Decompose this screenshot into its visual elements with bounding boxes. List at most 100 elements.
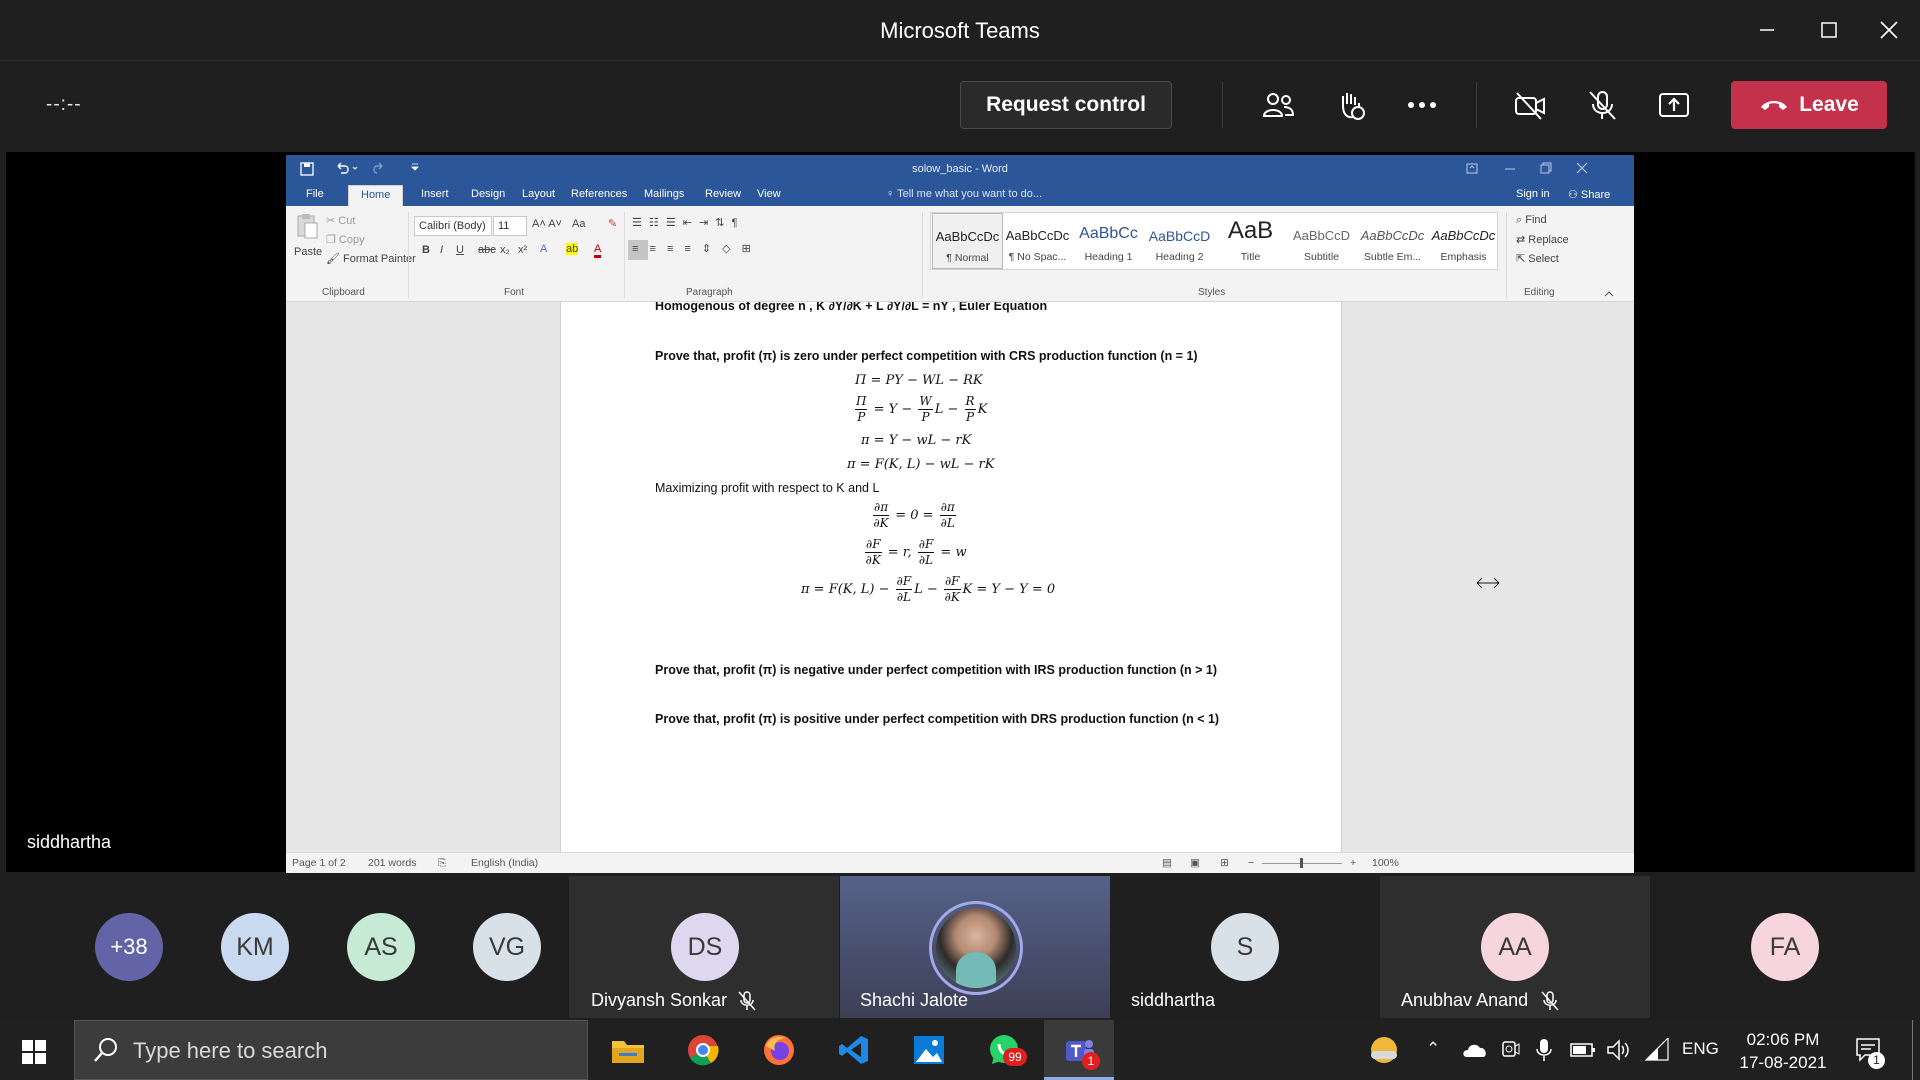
more-actions-button[interactable] — [1398, 82, 1446, 128]
grow-font-icon[interactable]: A˄ A˅ — [532, 218, 562, 230]
tab-mailings[interactable]: Mailings — [644, 188, 684, 200]
participant-tile[interactable]: KM — [206, 876, 326, 1018]
sign-in-link[interactable]: Sign in — [1516, 188, 1550, 200]
page-count[interactable]: Page 1 of 2 — [292, 857, 346, 869]
participant-tile[interactable]: VG — [458, 876, 578, 1018]
font-size-select[interactable]: 11 — [493, 216, 527, 236]
select-button[interactable]: ⇱ Select — [1516, 252, 1559, 265]
raise-hand-button[interactable] — [1326, 82, 1374, 128]
replace-button[interactable]: ⇄ Replace — [1516, 233, 1569, 246]
italic-icon[interactable]: I — [440, 244, 443, 256]
participant-tile[interactable]: DS Divyansh Sonkar — [569, 876, 839, 1018]
superscript-icon[interactable]: x² — [518, 244, 527, 256]
style-subtle-emphasis[interactable]: AaBbCcDc Subtle Em... — [1357, 213, 1428, 269]
proofing-icon[interactable]: ⎘ — [438, 857, 446, 870]
photos-app[interactable] — [906, 1028, 952, 1072]
zoom-out-icon[interactable]: − — [1248, 857, 1254, 869]
weather-icon[interactable] — [1368, 1034, 1400, 1066]
collapse-ribbon-icon[interactable] — [1604, 290, 1614, 298]
participants-button[interactable] — [1254, 82, 1302, 128]
paste-label[interactable]: Paste — [294, 246, 322, 258]
participant-tile-speaking[interactable]: Shachi Jalote — [840, 876, 1110, 1018]
chrome-app[interactable] — [680, 1028, 726, 1072]
style-subtitle[interactable]: AaBbCcD Subtitle — [1286, 213, 1357, 269]
list-icons[interactable]: ☰ ☷ ☰ ⇤ ⇥ ⇅ ¶ — [632, 216, 739, 229]
microphone-tray-icon[interactable] — [1536, 1038, 1552, 1062]
style-emphasis[interactable]: AaBbCcDc Emphasis — [1428, 213, 1499, 269]
teams-app[interactable]: 1 — [1044, 1020, 1114, 1080]
onedrive-icon[interactable] — [1462, 1041, 1488, 1059]
battery-icon[interactable] — [1570, 1042, 1596, 1058]
participant-tile[interactable]: AA Anubhav Anand — [1380, 876, 1650, 1018]
tab-references[interactable]: References — [571, 188, 627, 200]
underline-icon[interactable]: U — [456, 244, 464, 256]
tab-file[interactable]: File — [306, 188, 324, 200]
tell-me-box[interactable]: ♀ Tell me what you want to do... — [886, 188, 1042, 200]
style-heading-2[interactable]: AaBbCcD Heading 2 — [1144, 213, 1215, 269]
close-window-button[interactable] — [1863, 10, 1915, 50]
share-button[interactable]: ⚇ Share — [1568, 188, 1610, 201]
change-case-button[interactable]: Aa — [572, 218, 585, 230]
tab-review[interactable]: Review — [705, 188, 741, 200]
tab-view[interactable]: View — [757, 188, 781, 200]
text-effects-icon[interactable]: A — [540, 243, 547, 255]
cut-button[interactable]: ✂ Cut — [326, 214, 355, 227]
camera-toggle-button[interactable] — [1506, 82, 1554, 128]
ribbon-display-icon[interactable] — [1466, 163, 1478, 174]
mic-toggle-button[interactable] — [1578, 82, 1626, 128]
document-page[interactable]: Homogenous of degree n , K ∂Y/∂K + L ∂Y/… — [560, 302, 1342, 852]
style-heading-1[interactable]: AaBbCc Heading 1 — [1073, 213, 1144, 269]
style-title[interactable]: AaB Title — [1215, 213, 1286, 269]
font-name-select[interactable]: Calibri (Body) — [414, 216, 492, 236]
word-restore-icon[interactable] — [1540, 162, 1552, 174]
style-no-spacing[interactable]: AaBbCcDc ¶ No Spac... — [1002, 213, 1073, 269]
subscript-icon[interactable]: x₂ — [500, 244, 510, 256]
bold-icon[interactable]: B — [422, 244, 430, 256]
tab-insert[interactable]: Insert — [421, 188, 449, 200]
zoom-slider-thumb[interactable] — [1300, 858, 1303, 868]
word-count[interactable]: 201 words — [368, 857, 416, 869]
wifi-icon[interactable] — [1644, 1038, 1670, 1062]
read-mode-icon[interactable]: ▤ — [1162, 857, 1172, 869]
minimize-button[interactable] — [1741, 10, 1793, 50]
participant-tile[interactable]: FA — [1650, 876, 1920, 1018]
file-explorer-app[interactable] — [605, 1028, 651, 1072]
word-minimize-icon[interactable] — [1504, 163, 1516, 174]
web-layout-icon[interactable]: ⊞ — [1220, 857, 1229, 869]
request-control-button[interactable]: Request control — [960, 81, 1172, 129]
highlight-icon[interactable]: ab — [566, 243, 579, 255]
print-layout-icon[interactable]: ▣ — [1190, 857, 1200, 869]
language-indicator[interactable]: English (India) — [471, 857, 538, 869]
input-language[interactable]: ENG — [1682, 1039, 1719, 1059]
tab-home[interactable]: Home — [348, 185, 404, 206]
system-clock[interactable]: 02:06 PM 17-08-2021 — [1738, 1028, 1828, 1074]
taskbar-search[interactable]: Type here to search — [74, 1020, 588, 1080]
style-normal[interactable]: AaBbCcDc ¶ Normal — [932, 213, 1003, 269]
paste-icon[interactable] — [296, 212, 318, 240]
maximize-button[interactable] — [1803, 10, 1855, 50]
leave-button[interactable]: Leave — [1731, 81, 1887, 129]
whatsapp-app[interactable]: 99 — [981, 1028, 1027, 1072]
align-icons[interactable]: ≡ ≡ ≡ ≡ ⇕ ◇ ⊞ — [632, 242, 755, 255]
zoom-level[interactable]: 100% — [1372, 857, 1399, 869]
zoom-in-icon[interactable]: + — [1350, 857, 1356, 869]
clear-formatting-icon[interactable]: ✎ — [608, 217, 617, 230]
tab-layout[interactable]: Layout — [522, 188, 555, 200]
format-painter-button[interactable]: 🖌 Format Painter — [326, 252, 416, 265]
word-close-icon[interactable] — [1576, 162, 1588, 174]
show-desktop-button[interactable] — [1912, 1020, 1913, 1080]
camera-tray-icon[interactable] — [1500, 1038, 1520, 1060]
volume-icon[interactable] — [1606, 1039, 1630, 1061]
participant-tile[interactable]: AS — [332, 876, 452, 1018]
copy-button[interactable]: ❐ Copy — [326, 233, 365, 246]
vscode-app[interactable] — [831, 1028, 877, 1072]
firefox-app[interactable] — [756, 1028, 802, 1072]
windows-start-icon[interactable] — [22, 1040, 46, 1064]
strikethrough-icon[interactable]: abc — [478, 244, 496, 256]
find-button[interactable]: ⌕ Find — [1516, 214, 1547, 227]
participant-overflow[interactable]: +38 — [80, 876, 200, 1018]
tab-design[interactable]: Design — [471, 188, 505, 200]
font-color-icon[interactable]: A — [594, 243, 602, 258]
share-tray-button[interactable] — [1650, 82, 1698, 128]
participant-tile[interactable]: S siddhartha — [1110, 876, 1380, 1018]
